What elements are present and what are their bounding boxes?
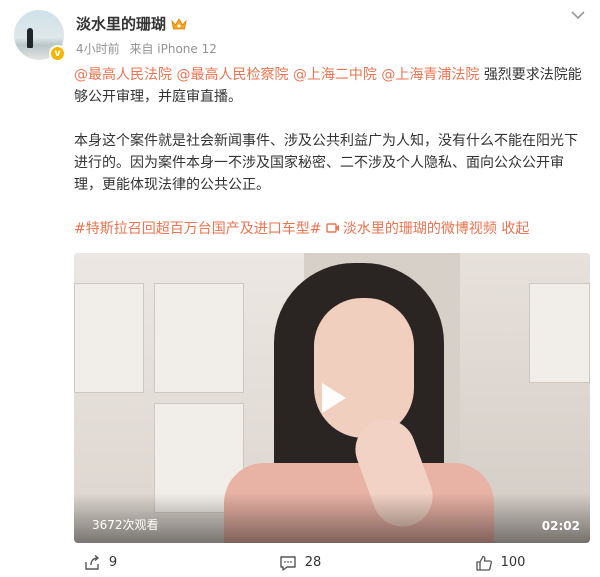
like-button[interactable]: 100 <box>400 548 600 577</box>
post-paragraph-3: #特斯拉召回超百万台国产及进口车型# 淡水里的珊瑚的微博视频 收起 <box>74 218 590 240</box>
post-body: @最高人民法院 @最高人民检察院 @上海二中院 @上海青浦法院 强烈要求法院能够… <box>74 64 590 240</box>
avatar[interactable]: v <box>14 10 66 62</box>
post-time[interactable]: 4小时前 <box>76 42 120 56</box>
comment-icon <box>280 555 296 571</box>
video-link[interactable]: 淡水里的珊瑚的微博视频 <box>326 221 501 237</box>
topic-link[interactable]: #特斯拉召回超百万台国产及进口车型# <box>74 221 321 237</box>
video-background-panel <box>74 283 144 393</box>
share-button[interactable]: 9 <box>0 548 200 577</box>
video-link-icon <box>326 223 339 233</box>
username-row: 淡水里的珊瑚 <box>76 13 187 34</box>
mention-link[interactable]: @上海二中院 <box>293 67 377 83</box>
share-icon <box>85 554 99 570</box>
video-background-panel <box>154 283 244 393</box>
mention-link[interactable]: @最高人民检察院 <box>176 67 288 83</box>
username[interactable]: 淡水里的珊瑚 <box>76 13 166 34</box>
mention-link[interactable]: @上海青浦法院 <box>381 67 479 83</box>
verified-badge-icon: v <box>49 45 66 62</box>
share-count: 9 <box>108 555 118 570</box>
video-view-count: 3672次观看 <box>92 518 159 532</box>
video-link-label: 淡水里的珊瑚的微博视频 <box>342 221 497 237</box>
mention-link[interactable]: @最高人民法院 <box>74 67 172 83</box>
crown-icon[interactable] <box>171 17 187 31</box>
video-background-panel <box>529 283 590 383</box>
post-paragraph-1: @最高人民法院 @最高人民检察院 @上海二中院 @上海青浦法院 强烈要求法院能够… <box>74 64 590 108</box>
post-paragraph-2: 本身这个案件就是社会新闻事件、涉及公共利益广为人知，没有什么不能在阳光下进行的。… <box>74 133 578 193</box>
action-bar: 9 28 100 <box>0 548 600 577</box>
comment-count: 28 <box>304 555 322 570</box>
comment-button[interactable]: 28 <box>200 548 400 577</box>
video-person-face <box>314 298 414 438</box>
chevron-down-icon[interactable] <box>570 10 586 20</box>
post-source: 来自 iPhone 12 <box>129 42 217 56</box>
play-icon[interactable] <box>314 380 350 416</box>
post-meta: 4小时前 来自 iPhone 12 <box>76 40 217 57</box>
video-duration: 02:02 <box>541 519 580 533</box>
avatar-figure <box>27 28 33 48</box>
video-player[interactable]: 3672次观看 02:02 <box>74 253 590 543</box>
thumbs-up-icon <box>475 555 492 571</box>
like-count: 100 <box>500 555 526 570</box>
collapse-link[interactable]: 收起 <box>501 221 529 237</box>
